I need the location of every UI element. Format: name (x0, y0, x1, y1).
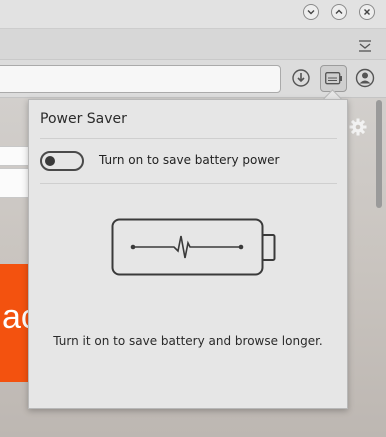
profile-icon[interactable] (355, 68, 375, 88)
scrollbar-thumb[interactable] (376, 100, 382, 208)
background-input[interactable] (0, 168, 31, 198)
maximize-icon[interactable] (331, 4, 347, 20)
tab-strip (0, 28, 386, 60)
toggle-knob (45, 156, 55, 166)
address-bar[interactable] (0, 65, 281, 93)
title-bar (0, 0, 386, 28)
power-saver-toggle[interactable] (40, 151, 84, 171)
toggle-label: Turn on to save battery power (99, 153, 280, 167)
background-input[interactable] (0, 146, 31, 166)
gear-icon[interactable] (349, 118, 367, 136)
power-saver-popup: Power Saver Turn on to save battery powe… (28, 99, 348, 409)
divider (40, 138, 337, 139)
download-icon[interactable] (291, 68, 311, 88)
power-saver-button[interactable] (320, 65, 347, 92)
divider (40, 183, 337, 184)
tab-list-icon[interactable] (358, 39, 372, 53)
close-icon[interactable] (359, 4, 375, 20)
popup-description: Turn it on to save battery and browse lo… (53, 334, 323, 348)
popup-title: Power Saver (40, 111, 127, 127)
battery-icon (111, 218, 276, 276)
power-saver-icon (325, 72, 342, 85)
minimize-icon[interactable] (303, 4, 319, 20)
